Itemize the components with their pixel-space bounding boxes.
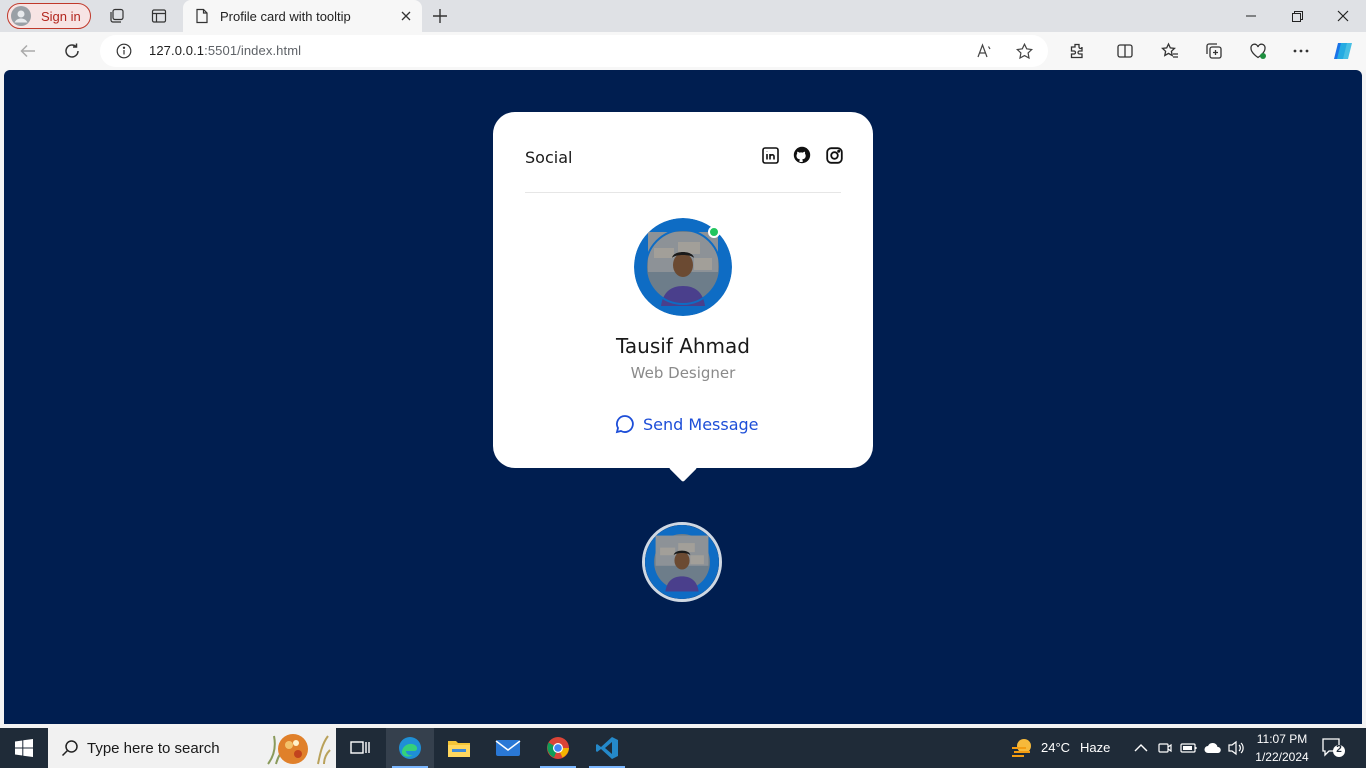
favorite-star-icon[interactable] — [1015, 42, 1033, 60]
profile-icon — [11, 6, 31, 26]
volume-icon[interactable] — [1227, 739, 1245, 757]
close-window-icon[interactable] — [1320, 0, 1366, 32]
split-screen-icon[interactable] — [1113, 39, 1137, 63]
search-icon — [61, 740, 78, 757]
notification-center-icon[interactable]: 2 — [1322, 738, 1346, 758]
weather-temp: 24°C — [1041, 740, 1071, 755]
send-message-label: Send Message — [643, 414, 759, 434]
battery-icon[interactable] — [1180, 739, 1198, 757]
browser-titlebar: Sign in Profile card with tooltip — [0, 0, 1366, 32]
site-info-icon[interactable] — [116, 43, 132, 59]
file-explorer-icon[interactable] — [435, 728, 483, 768]
start-button[interactable] — [0, 728, 48, 768]
workspaces-icon[interactable] — [107, 6, 127, 26]
weather-desc: Haze — [1080, 740, 1111, 755]
vscode-icon[interactable] — [583, 728, 631, 768]
task-view-icon[interactable] — [336, 728, 384, 768]
page-icon — [196, 8, 208, 24]
browser-essentials-icon[interactable] — [1246, 39, 1270, 63]
browser-toolbar: 127.0.0.1:5501/index.html — [0, 32, 1366, 70]
instagram-icon[interactable] — [825, 146, 843, 164]
profile-name: Tausif Ahmad — [615, 334, 750, 358]
avatar-trigger[interactable] — [642, 522, 722, 602]
weather-haze-icon[interactable] — [1010, 736, 1034, 760]
online-status-dot — [708, 226, 720, 238]
social-links — [761, 146, 843, 164]
tab-title: Profile card with tooltip — [220, 8, 351, 24]
read-aloud-icon[interactable] — [975, 42, 993, 60]
favorites-icon[interactable] — [1158, 39, 1182, 63]
copilot-icon[interactable] — [1331, 39, 1355, 63]
meet-now-icon[interactable] — [1156, 739, 1174, 757]
taskbar-search[interactable]: Type here to search — [48, 728, 336, 768]
refresh-icon[interactable] — [60, 39, 84, 63]
new-tab-icon[interactable] — [430, 6, 450, 26]
search-highlight-art — [267, 734, 331, 765]
notification-count: 2 — [1336, 744, 1342, 755]
send-message-button[interactable]: Send Message — [615, 414, 759, 434]
onedrive-cloud-icon[interactable] — [1204, 739, 1222, 757]
tab-actions-icon[interactable] — [149, 6, 169, 26]
signin-button[interactable]: Sign in — [7, 3, 91, 29]
url-text: 127.0.0.1:5501/index.html — [149, 43, 302, 58]
signin-label: Sign in — [41, 8, 81, 24]
windows-taskbar: Type here to search 24°C Haze 11:07 PM 1… — [0, 728, 1366, 768]
linkedin-icon[interactable] — [761, 146, 779, 164]
collections-icon[interactable] — [1202, 39, 1226, 63]
social-label: Social — [525, 148, 573, 167]
address-bar[interactable]: 127.0.0.1:5501/index.html — [100, 35, 1048, 67]
card-divider — [525, 192, 841, 193]
windows-logo-icon — [15, 739, 33, 757]
restore-icon[interactable] — [1274, 0, 1320, 32]
chevron-up-icon[interactable] — [1132, 739, 1150, 757]
page-viewport: Social Tausif Ahmad Web Designer Send Me… — [4, 70, 1362, 724]
close-tab-icon[interactable] — [398, 8, 414, 24]
tab-active[interactable]: Profile card with tooltip — [183, 0, 422, 32]
search-placeholder: Type here to search — [87, 739, 220, 757]
clock-date: 1/22/2024 — [1255, 750, 1309, 764]
minimize-icon[interactable] — [1228, 0, 1274, 32]
system-clock[interactable]: 11:07 PM 1/22/2024 — [1249, 730, 1315, 766]
profile-role: Web Designer — [630, 364, 736, 382]
github-icon[interactable] — [793, 146, 811, 164]
chrome-icon[interactable] — [534, 728, 582, 768]
edge-app-icon[interactable] — [386, 728, 434, 768]
back-icon[interactable] — [16, 39, 40, 63]
clock-time: 11:07 PM — [1256, 732, 1308, 746]
mail-icon[interactable] — [484, 728, 532, 768]
extensions-icon[interactable] — [1065, 39, 1089, 63]
chat-bubble-icon — [615, 415, 634, 434]
more-options-icon[interactable] — [1289, 39, 1313, 63]
profile-card-tooltip: Social Tausif Ahmad Web Designer Send Me… — [493, 112, 873, 468]
